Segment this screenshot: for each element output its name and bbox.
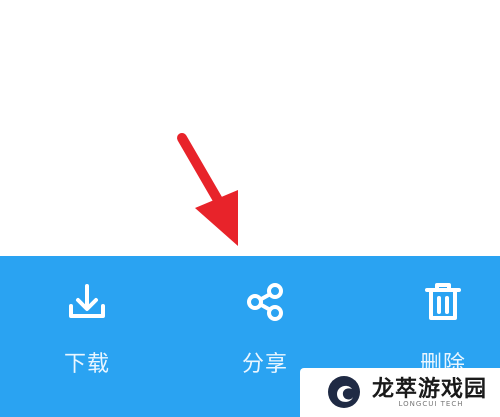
download-label: 下载	[63, 352, 110, 377]
site-watermark: 龙萃游戏园 LONGCUI TECH	[300, 368, 500, 417]
share-icon	[247, 283, 283, 321]
watermark-title: 龙萃游戏园	[372, 377, 488, 402]
logo-icon	[328, 376, 360, 408]
share-button[interactable]: 分享	[210, 278, 320, 378]
download-icon	[69, 284, 105, 318]
trash-icon	[425, 283, 461, 320]
delete-button[interactable]: 删除	[388, 278, 498, 378]
download-button[interactable]: 下载	[32, 278, 142, 378]
watermark-subtitle: LONGCUI TECH	[398, 400, 464, 408]
content-area	[0, 0, 500, 256]
